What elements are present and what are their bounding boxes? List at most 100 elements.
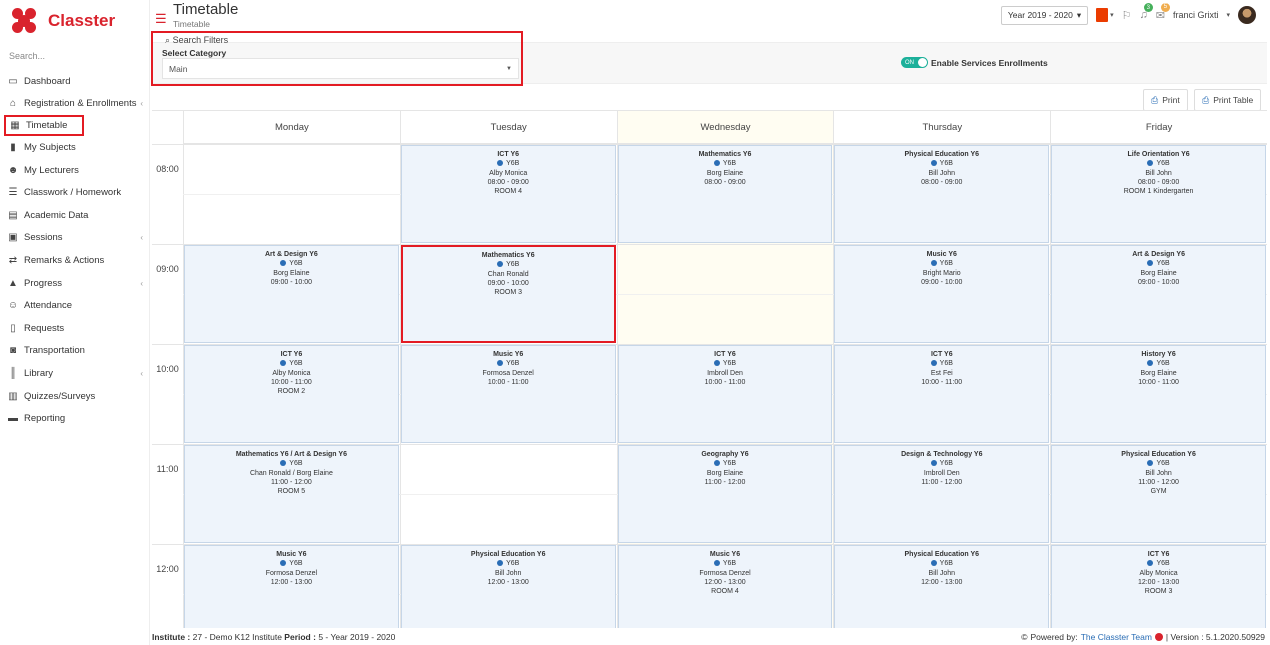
lesson-cell[interactable]: Physical Education Y6 Y6B Bill John 12:00 -… [400,545,616,628]
team-link[interactable]: The Classter Team [1081,632,1152,642]
avatar[interactable] [1238,6,1256,24]
lesson-cell[interactable]: Art & Design Y6 Y6B Borg Elaine 09:00 - 10:… [184,245,399,343]
lesson-cell[interactable]: Physical Education Y6 Y6B Bill John 08:00 -… [834,145,1050,243]
printer-icon: ⎙ [1151,94,1159,105]
lesson-teacher: Bill John [928,169,956,177]
sidebar-item-my-lecturers[interactable]: ☻ My Lecturers [0,159,149,182]
flag-icon[interactable]: ⚐ [1122,9,1132,22]
sidebar-item-transportation[interactable]: ◙ Transportation [0,340,149,363]
sidebar-search-input[interactable]: Search... [0,44,149,68]
sidebar-item-classwork-homework[interactable]: ☰ Classwork / Homework [0,181,149,204]
sidebar-item-label: Reporting [24,413,66,425]
sidebar-item-label: Attendance [24,300,73,312]
lesson-time: 12:00 - 13:00 [1137,578,1180,586]
clipboard-icon: ▥ [8,390,18,402]
lesson-group: Y6B [402,159,615,168]
sidebar-item-attendance[interactable]: ☺ Attendance [0,294,149,317]
lesson-time: 10:00 - 11:00 [487,378,529,386]
lesson-cell[interactable]: Mathematics Y6 Y6B Chan Ronald 09:00 - 10:0… [400,245,616,343]
footer-institute: Institute : 27 - Demo K12 Institute Peri… [152,632,395,642]
sidebar-item-reporting[interactable]: ▬ Reporting [0,407,149,430]
mail-icon[interactable]: ✉ 5 [1156,2,1170,22]
day-header-monday: Monday [183,111,400,144]
lesson-cell[interactable]: Art & Design Y6 Y6B Borg Elaine 09:00 - 10:… [1051,245,1266,343]
lesson-group-label: Y6B [939,360,953,368]
lesson-teacher: Imbroll Den [923,469,960,477]
lesson-time: 11:00 - 12:00 [1138,478,1179,486]
lesson-cell[interactable]: Life Orientation Y6 Y6B Bill John 08:00 - 0… [1051,145,1266,243]
lesson-cell[interactable]: ICT Y6 Y6B Imbroll Den 10:00 - 11:00 [617,345,833,443]
lesson-cell[interactable]: Music Y6 Y6B Formosa Denzel 12:00 - 13:00 [184,545,399,628]
time-label: 11:00 [156,464,179,474]
sidebar-item-academic-data[interactable]: ▤ Academic Data [0,204,149,227]
sidebar-item-requests[interactable]: ▯ Requests [0,317,149,340]
lesson-cell[interactable]: Music Y6 Y6B Formosa Denzel 12:00 - 13:00 RO… [617,545,833,628]
lesson-cell[interactable]: History Y6 Y6B Borg Elaine 10:00 - 11:00 [1051,345,1266,443]
lesson-time: 11:00 - 12:00 [921,478,963,486]
caret-down-icon[interactable]: ▾ [1226,11,1230,19]
sidebar-item-timetable[interactable]: ▦ Timetable [4,115,84,137]
lesson-cell[interactable]: Physical Education Y6 Y6B Bill John 12:00 -… [834,545,1050,628]
chevron-left-icon: ‹ [140,99,143,109]
sidebar-item-quizzes-surveys[interactable]: ▥ Quizzes/Surveys [0,385,149,408]
sidebar: Classter Search... ▭ Dashboard ⌂ Registrati… [0,0,150,645]
lesson-group-label: Y6B [289,360,303,368]
lesson-teacher: Bill John [928,569,956,577]
sidebar-item-my-subjects[interactable]: ▮ My Subjects [0,136,149,159]
sidebar-item-library[interactable]: ║ Library ‹ [0,362,149,385]
notification-badge: 3 [1143,3,1153,12]
lesson-time: 10:00 - 11:00 [271,378,312,386]
sidebar-item-sessions[interactable]: ▣ Sessions ‹ [0,227,149,250]
print-button[interactable]: ⎙ Print [1143,89,1188,111]
lesson-subject: Music Y6 [926,251,957,258]
brand[interactable]: Classter [0,0,149,42]
office-menu[interactable]: ▾ [1096,8,1114,22]
group-dot-icon [930,259,937,266]
lesson-cell[interactable]: Physical Education Y6 Y6B Bill John 11:00 -… [1051,445,1266,543]
chevron-left-icon: ‹ [140,233,143,243]
period-label: Period : [284,631,316,642]
presentation-icon: ▣ [8,232,18,244]
bell-icon[interactable]: ♫ 3 [1140,3,1153,21]
laptop-icon: ▭ [8,75,18,87]
users-icon: ☻ [7,164,19,176]
lesson-cell[interactable]: ICT Y6 Y6B Alby Monica 10:00 - 11:00 ROOM 2 [184,345,399,443]
lesson-time: 10:00 - 11:00 [704,378,746,386]
sidebar-item-remarks-actions[interactable]: ⇄ Remarks & Actions [0,249,149,272]
lesson-cell[interactable]: Music Y6 Y6B Formosa Denzel 10:00 - 11:00 [400,345,616,443]
lesson-cell[interactable]: Design & Technology Y6 Y6B Imbroll Den 11:0… [834,445,1050,543]
lesson-time: 10:00 - 11:00 [921,378,963,386]
institute-value: 27 - Demo K12 Institute [192,631,282,642]
lesson-group-label: Y6B [289,460,303,468]
lesson-cell[interactable]: Geography Y6 Y6B Borg Elaine 11:00 - 12:00 [617,445,833,543]
lesson-subject: Physical Education Y6 [1121,451,1196,458]
lesson-cell[interactable]: ICT Y6 Y6B Alby Monica 12:00 - 13:00 ROOM 3 [1051,545,1266,628]
year-selector[interactable]: Year 2019 - 2020 ▾ [1000,5,1089,25]
group-dot-icon [497,559,504,566]
lesson-subject: Music Y6 [276,551,307,558]
lesson-cell[interactable]: Mathematics Y6 / Art & Design Y6 Y6B Chan … [184,445,399,543]
print-table-button[interactable]: ⎙ Print Table [1194,89,1262,111]
day-header-tuesday: Tuesday [399,111,617,144]
lesson-teacher: Formosa Denzel [482,369,534,377]
file-icon: ▯ [10,322,16,334]
lesson-time: 12:00 - 13:00 [487,578,529,586]
lesson-time: 08:00 - 09:00 [1137,178,1180,186]
lesson-cell[interactable]: ICT Y6 Y6B Est Fei 10:00 - 11:00 [834,345,1050,443]
powered-label: Powered by: [1030,631,1078,642]
menu-toggle-icon[interactable]: ☰ [155,11,167,27]
enable-services-switch[interactable]: ON [901,57,928,68]
time-label: 08:00 [156,164,179,174]
lesson-cell[interactable]: ICT Y6 Y6B Alby Monica 08:00 - 09:00 ROOM 4 [400,145,616,243]
lesson-cell[interactable]: Music Y6 Y6B Bright Mario 09:00 - 10:00 [834,245,1050,343]
sidebar-item-progress[interactable]: ▲ Progress ‹ [0,272,149,295]
lesson-room: ROOM 3 [494,289,522,297]
filter-highlight-box [151,31,523,86]
year-selector-label: Year 2019 - 2020 [1007,10,1073,20]
sidebar-item-registration-enrollments[interactable]: ⌂ Registration & Enrollments ‹ [0,93,149,116]
lesson-cell[interactable]: Mathematics Y6 Y6B Borg Elaine 08:00 - 09:0… [617,145,833,243]
print-button-label: Print [1162,95,1180,105]
user-name[interactable]: franci Grixti [1173,10,1219,20]
group-dot-icon [930,359,937,366]
sidebar-item-dashboard[interactable]: ▭ Dashboard [0,70,149,93]
